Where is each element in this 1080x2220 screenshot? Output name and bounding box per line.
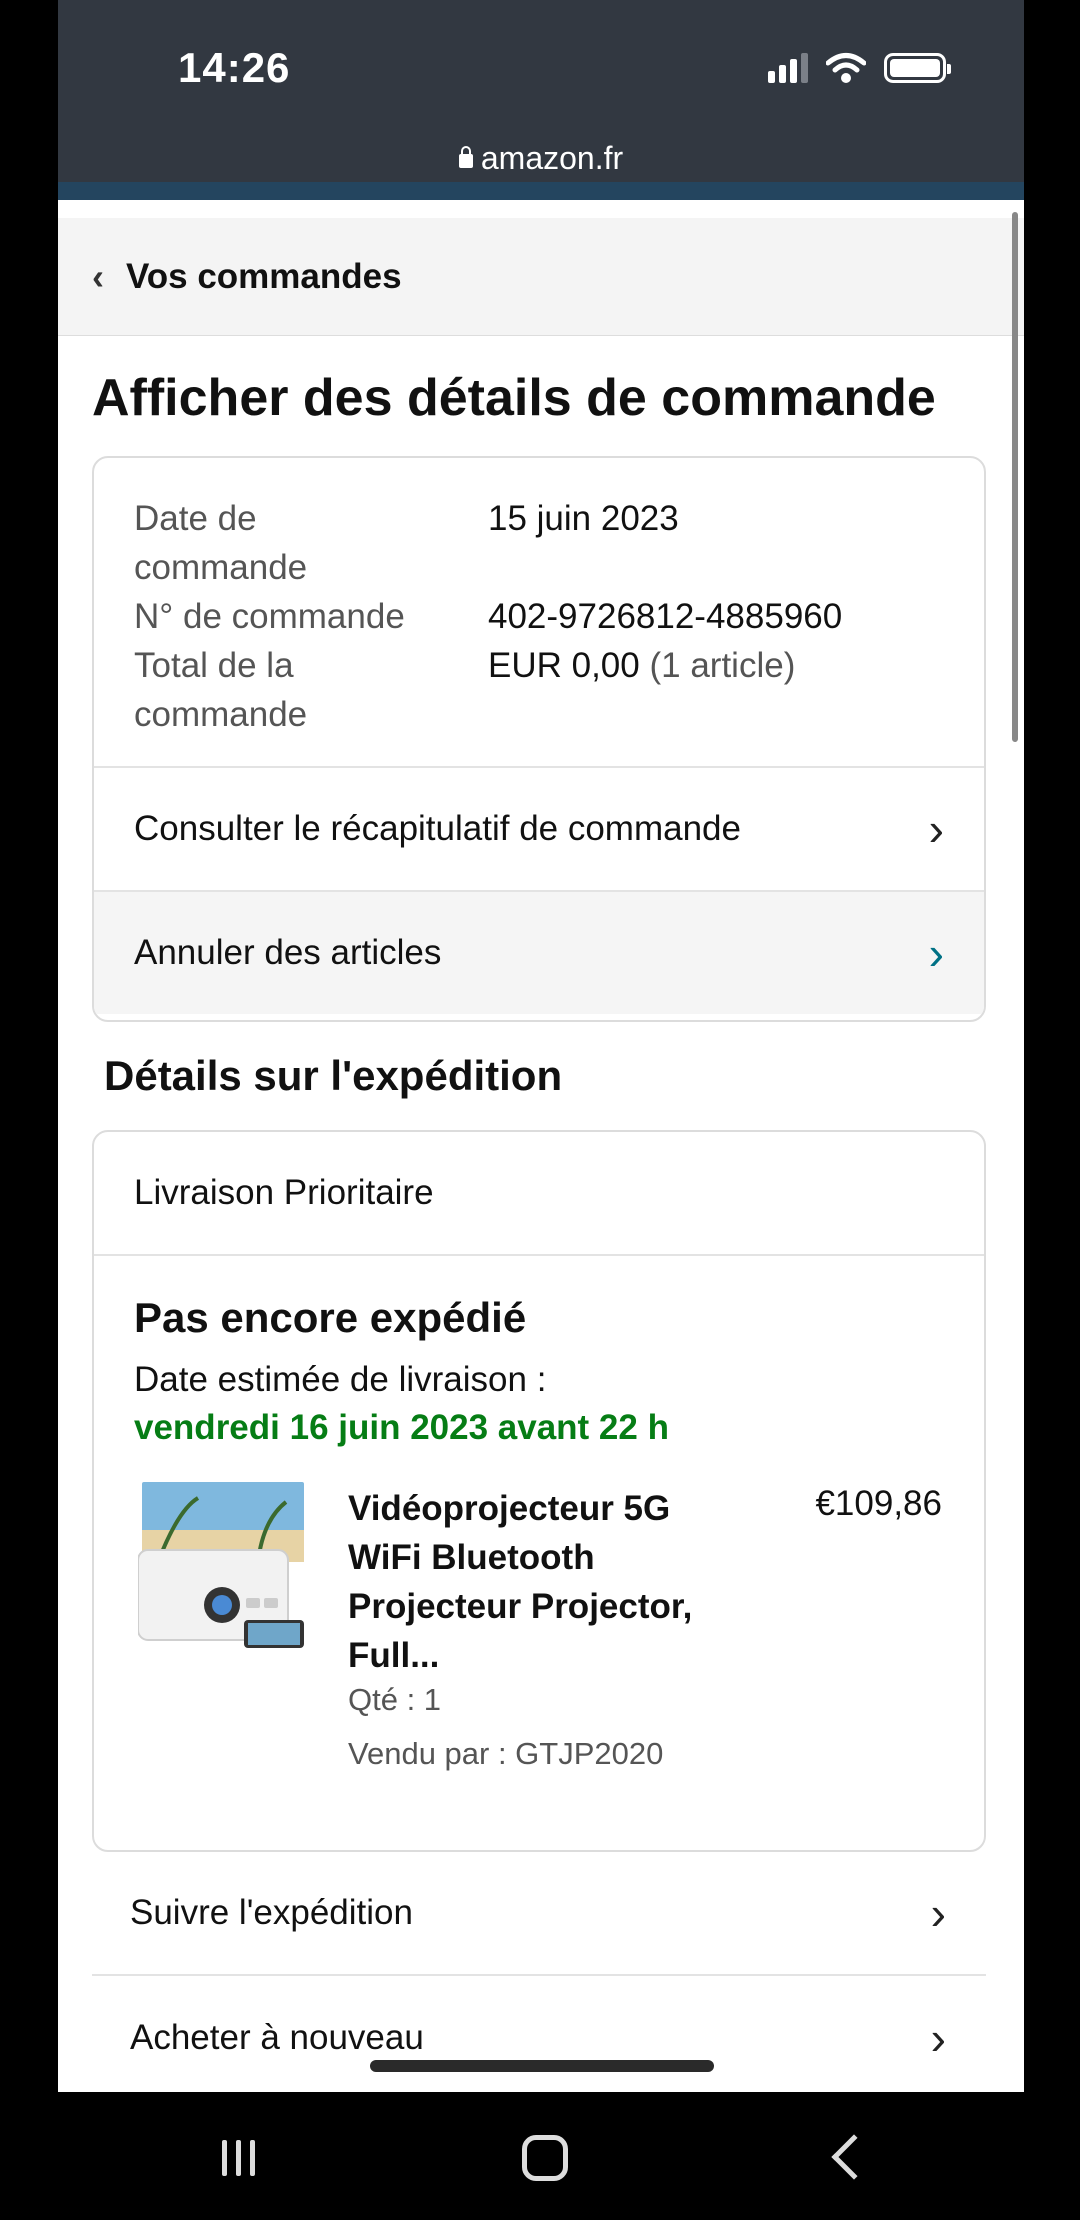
page-title: Afficher des détails de commande [92, 369, 936, 427]
product-title[interactable]: Vidéoprojecteur 5G WiFi Bluetooth Projec… [348, 1484, 748, 1680]
scrollbar[interactable] [1012, 212, 1018, 742]
back-to-orders[interactable]: ‹ Vos commandes [58, 218, 1024, 336]
order-total-label: Total de la commande [134, 646, 308, 734]
order-summary-label: Consulter le récapitulatif de commande [134, 809, 741, 848]
cancel-items-link[interactable]: Annuler des articles › [94, 890, 984, 1014]
home-icon[interactable] [522, 2135, 568, 2181]
product-seller: Vendu par : GTJP2020 [348, 1736, 664, 1771]
signal-icon [768, 53, 808, 83]
order-info: Date de commande 15 juin 2023 N° de comm… [134, 494, 954, 739]
order-total-value: EUR 0,00 (1 article) [488, 641, 954, 739]
buy-again-link[interactable]: Acheter à nouveau › [92, 1976, 986, 2092]
order-total-amount: EUR 0,00 [488, 646, 640, 685]
product-price: €109,86 [815, 1484, 942, 1523]
status-time: 14:26 [178, 44, 291, 91]
order-summary-card: Date de commande 15 juin 2023 N° de comm… [92, 456, 986, 1022]
order-date-label: Date de commande [134, 499, 308, 587]
url-bar[interactable]: amazon.fr [58, 140, 1024, 177]
delivery-estimate-date: vendredi 16 juin 2023 avant 22 h [134, 1408, 669, 1447]
order-summary-link[interactable]: Consulter le récapitulatif de commande › [94, 766, 984, 890]
track-shipment-link[interactable]: Suivre l'expédition › [92, 1852, 986, 1976]
wifi-icon [826, 53, 866, 83]
lock-icon [458, 146, 473, 168]
track-shipment-label: Suivre l'expédition [130, 1893, 413, 1932]
shipment-card: Livraison Prioritaire Pas encore expédié… [92, 1130, 986, 1852]
product-quantity: Qté : 1 [348, 1682, 442, 1717]
order-number-value: 402-9726812-4885960 [488, 597, 843, 636]
home-indicator [370, 2060, 714, 2072]
buy-again-label: Acheter à nouveau [130, 2018, 424, 2057]
chevron-right-icon: › [928, 927, 944, 979]
cancel-items-label: Annuler des articles [134, 933, 442, 972]
shipping-type: Livraison Prioritaire [94, 1132, 984, 1256]
topbar-accent-strip [58, 182, 1024, 200]
browser-top-bar: 14:26 amazon.fr [58, 0, 1024, 200]
back-label: Vos commandes [126, 256, 402, 296]
delivery-estimate-label: Date estimée de livraison : [134, 1360, 547, 1399]
chevron-right-icon: › [930, 2012, 946, 2064]
chevron-right-icon: › [930, 1887, 946, 1939]
shipment-section-title: Détails sur l'expédition [104, 1052, 563, 1099]
url-text: amazon.fr [480, 140, 624, 176]
chevron-left-icon: ‹ [92, 255, 104, 297]
browser-viewport: 14:26 amazon.fr ‹ Vos commandes Afficher… [58, 0, 1024, 2092]
order-total-items: (1 article) [649, 646, 796, 685]
recent-apps-icon[interactable] [222, 2140, 255, 2176]
order-date-value: 15 juin 2023 [488, 499, 679, 538]
chevron-right-icon: › [928, 803, 944, 855]
battery-icon [884, 53, 951, 83]
product-image[interactable] [138, 1480, 308, 1650]
order-number-label: N° de commande [134, 597, 405, 636]
status-icons [768, 52, 951, 84]
shipment-status: Pas encore expédié [134, 1294, 527, 1341]
